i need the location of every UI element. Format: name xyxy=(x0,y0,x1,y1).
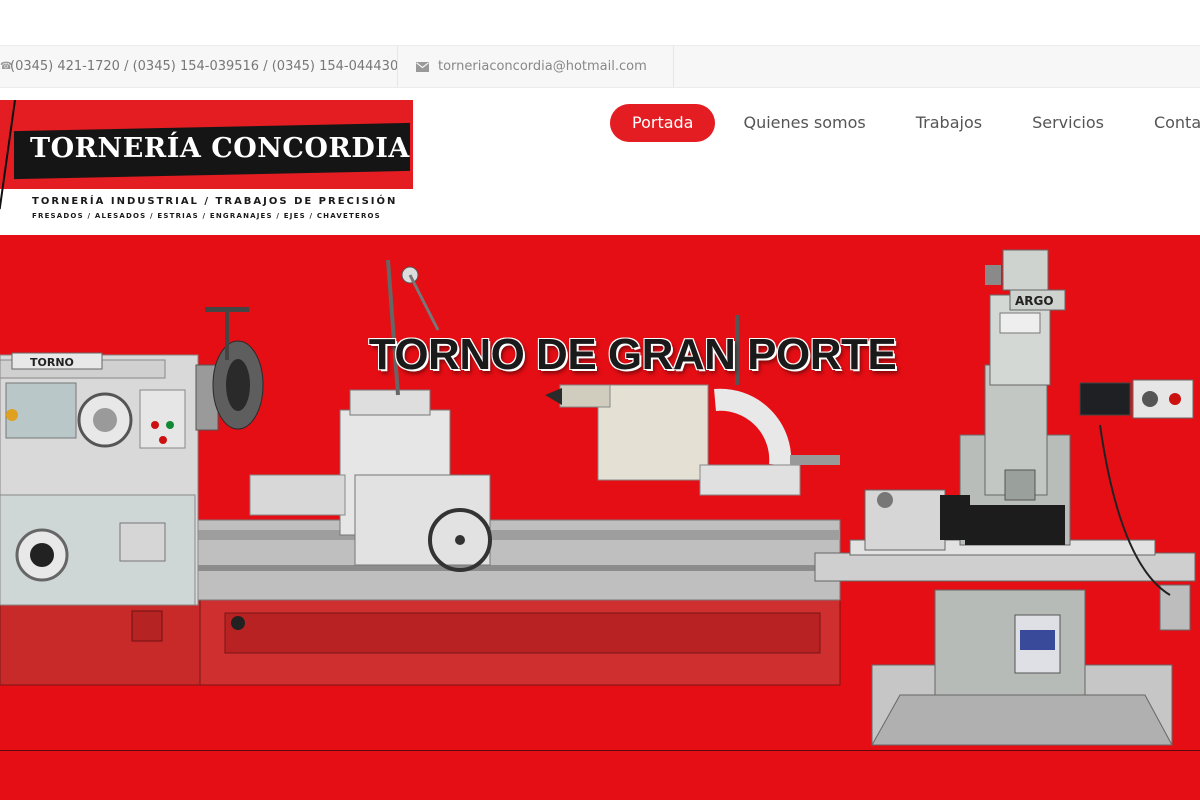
hero-floor-line xyxy=(0,750,1200,751)
hero-slider[interactable]: TORNO ARGO TORNO DE GRAN PORTE xyxy=(0,235,1200,800)
site-logo[interactable]: TORNERÍA CONCORDIA TORNERÍA INDUSTRIAL /… xyxy=(0,100,413,227)
nav-item-trabajos[interactable]: Trabajos xyxy=(916,104,982,142)
phone-info: ☎ (0345) 421-1720 / (0345) 154-039516 / … xyxy=(0,46,398,87)
logo-tagline: TORNERÍA INDUSTRIAL / TRABAJOS DE PRECIS… xyxy=(32,196,398,207)
nav-item-contact[interactable]: Contact xyxy=(1154,104,1200,142)
main-nav: Portada Quienes somos Trabajos Servicios… xyxy=(610,104,1200,142)
logo-wordmark: TORNERÍA CONCORDIA xyxy=(30,133,410,164)
nav-item-servicios[interactable]: Servicios xyxy=(1032,104,1104,142)
hero-machines-image: TORNO ARGO xyxy=(0,249,1196,746)
lathe-illustration: TORNO xyxy=(0,259,841,686)
milling-machine-illustration: ARGO xyxy=(814,249,1196,746)
envelope-icon xyxy=(416,61,429,72)
email-address[interactable]: torneriaconcordia@hotmail.com xyxy=(438,59,647,74)
contact-bar: ☎ (0345) 421-1720 / (0345) 154-039516 / … xyxy=(0,45,1200,88)
nav-item-quienes-somos[interactable]: Quienes somos xyxy=(743,104,865,142)
phone-icon: ☎ xyxy=(0,61,13,72)
phone-numbers: (0345) 421-1720 / (0345) 154-039516 / (0… xyxy=(10,59,398,74)
mill-brand-label: ARGO xyxy=(1015,294,1054,308)
logo-services: FRESADOS / ALESADOS / ESTRIAS / ENGRANAJ… xyxy=(32,212,381,220)
nav-item-portada[interactable]: Portada xyxy=(610,104,716,142)
email-info[interactable]: torneriaconcordia@hotmail.com xyxy=(398,46,674,87)
hero-title: TORNO DE GRAN PORTE xyxy=(368,330,897,379)
